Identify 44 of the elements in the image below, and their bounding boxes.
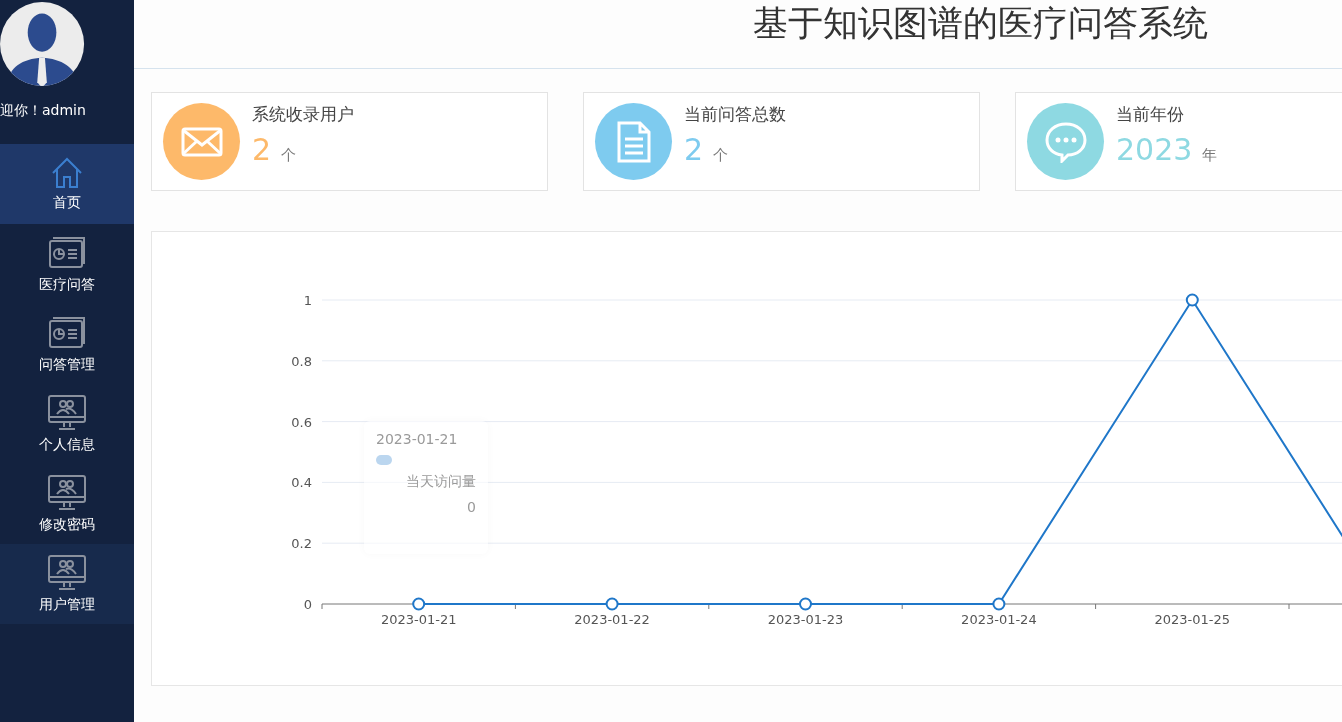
tooltip-value: 0 xyxy=(467,499,476,515)
x-axis-label: 2023-01-22 xyxy=(574,612,650,627)
data-point xyxy=(992,597,1006,611)
stat-label: 系统收录用户 xyxy=(252,102,354,126)
envelope-icon xyxy=(180,126,223,157)
nav-item[interactable]: 首页 xyxy=(0,144,134,224)
stat-label: 当前问答总数 xyxy=(684,102,786,126)
stat-unit: 个 xyxy=(713,145,729,165)
monitor-users-icon xyxy=(47,394,87,432)
series-marker-icon xyxy=(376,455,392,465)
chat-bubble-icon xyxy=(1043,120,1088,163)
y-axis-label: 0 xyxy=(303,597,312,612)
data-point xyxy=(1185,293,1199,307)
y-axis-label: 1 xyxy=(303,293,312,308)
tooltip-series-name: 当天访问量 xyxy=(406,473,476,491)
y-axis-label: 0.6 xyxy=(291,414,312,430)
stat-unit: 年 xyxy=(1202,145,1218,165)
nav-item[interactable]: 用户管理 xyxy=(0,544,134,624)
monitor-users-icon xyxy=(47,554,87,592)
y-axis-label: 0.4 xyxy=(291,475,312,491)
nav-item[interactable]: 问答管理 xyxy=(0,304,134,384)
x-axis-label: 2023-01-24 xyxy=(961,612,1037,627)
welcome-text: 迎你！admin xyxy=(0,102,87,120)
stat-value: 2 xyxy=(684,131,704,167)
nav-item[interactable]: 个人信息 xyxy=(0,384,134,464)
document-icon xyxy=(616,120,651,163)
stat-label: 当前年份 xyxy=(1116,102,1185,126)
nav-item[interactable]: 修改密码 xyxy=(0,464,134,544)
stat-unit: 个 xyxy=(281,145,297,165)
data-point xyxy=(605,597,619,611)
x-axis-label: 2023-01-21 xyxy=(380,612,457,627)
data-point xyxy=(412,597,426,611)
x-axis-label: 2023-01-25 xyxy=(1154,612,1231,627)
data-point xyxy=(799,597,812,611)
page-title: 基于知识图谱的医疗问答系统 xyxy=(752,1,1208,45)
monitor-users-icon xyxy=(47,474,87,512)
x-axis-label: 2023-01-23 xyxy=(767,612,844,627)
stat-value: 2023 xyxy=(1116,131,1193,167)
nav-item[interactable]: 医疗问答 xyxy=(0,224,134,304)
home-icon xyxy=(50,156,84,190)
stat-value: 2 xyxy=(252,131,272,167)
tooltip-title: 2023-01-21 xyxy=(376,431,458,447)
y-axis-label: 0.8 xyxy=(291,353,312,369)
y-axis-label: 0.2 xyxy=(291,536,312,552)
